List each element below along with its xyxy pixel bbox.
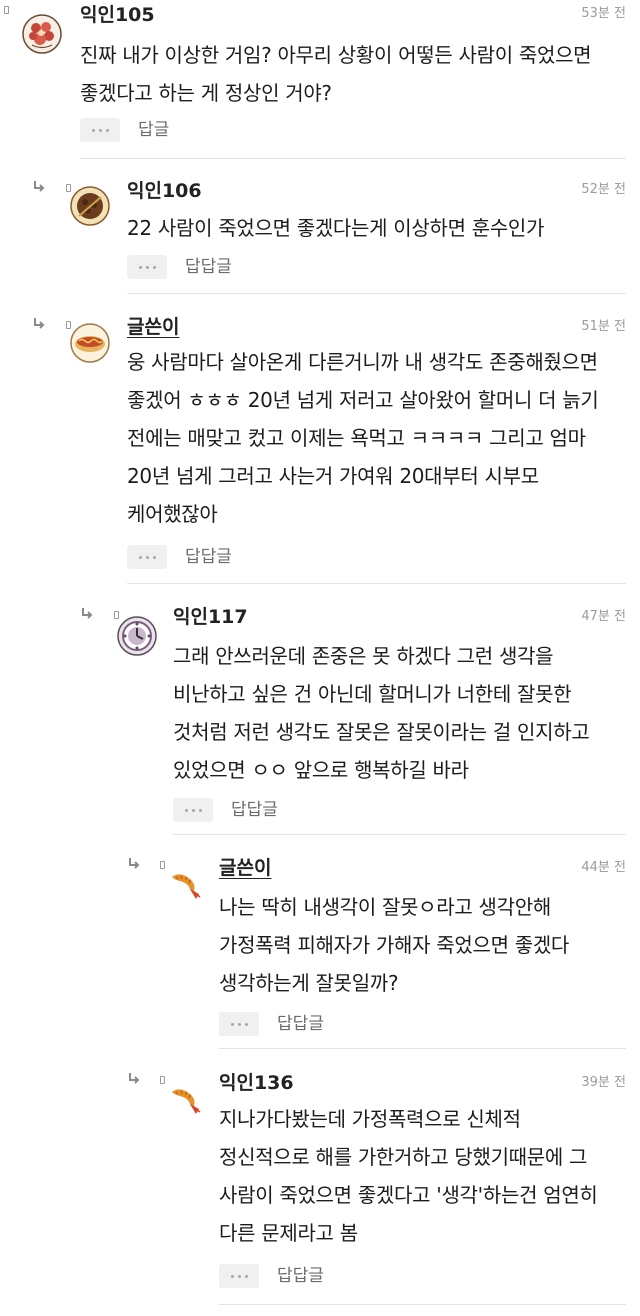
- comment-timestamp: 47분 전: [581, 609, 626, 624]
- more-dot: [105, 128, 109, 132]
- collapse-toggle[interactable]: [160, 1076, 165, 1084]
- reply-arrow-icon: [127, 857, 141, 871]
- more-options-button[interactable]: [173, 798, 213, 822]
- comment-item: 글쓴이 51분 전 웅 사람마다 살아온게 다른거니까 내 생각도 존중해줬으면…: [0, 295, 640, 585]
- comment-author-op[interactable]: 글쓴이: [219, 856, 271, 880]
- fried-shrimp-avatar-icon: [166, 1080, 206, 1120]
- collapse-toggle[interactable]: [4, 6, 9, 14]
- comment-text: 22 사람이 죽었으면 좋겠다는게 이상하면 훈수인가: [127, 216, 545, 240]
- comment-divider: [127, 293, 626, 294]
- comment-timestamp: 52분 전: [581, 182, 626, 197]
- comment-text: 그래 안쓰러운데 존중은 못 하겠다 그런 생각을 비난하고 싶은 건 아닌데 …: [173, 644, 590, 782]
- more-dot: [230, 1022, 234, 1026]
- more-dot: [244, 1022, 248, 1026]
- more-dot: [145, 265, 149, 269]
- reply-arrow-icon: [32, 317, 46, 331]
- fried-shrimp-avatar-icon: [166, 865, 206, 905]
- comment-item: 글쓴이 44분 전 나는 딱히 내생각이 잘못ㅇ라고 생각안해 가정폭력 피해자…: [0, 835, 640, 1050]
- more-options-button[interactable]: [80, 118, 120, 142]
- reply-button[interactable]: 답답글: [185, 255, 232, 279]
- more-dot: [191, 808, 195, 812]
- comment-timestamp: 53분 전: [581, 6, 626, 21]
- comment-item: 익인117 47분 전 그래 안쓰러운데 존중은 못 하겠다 그런 생각을 비난…: [0, 585, 640, 835]
- more-dot: [152, 265, 156, 269]
- more-options-button[interactable]: [219, 1012, 259, 1036]
- reply-arrow-icon: [80, 607, 94, 621]
- comment-text: 나는 딱히 내생각이 잘못ㅇ라고 생각안해 가정폭력 피해자가 가해자 죽었으면…: [219, 895, 570, 995]
- comment-divider: [127, 583, 626, 584]
- more-dot: [198, 808, 202, 812]
- comment-timestamp: 39분 전: [581, 1075, 626, 1090]
- cookie-avatar-icon: [70, 186, 110, 226]
- flower-avatar-icon: [22, 14, 62, 54]
- more-dot: [91, 128, 95, 132]
- clock-avatar-icon: [117, 616, 157, 656]
- comment-timestamp: 51분 전: [581, 319, 626, 334]
- more-options-button[interactable]: [127, 545, 167, 569]
- comment-text: 진짜 내가 이상한 거임? 아무리 상황이 어떻든 사람이 죽었으면 좋겠다고 …: [80, 43, 592, 105]
- more-dot: [98, 128, 102, 132]
- reply-button[interactable]: 답답글: [185, 545, 232, 569]
- collapse-toggle[interactable]: [160, 861, 165, 869]
- comment-author-op[interactable]: 글쓴이: [127, 315, 179, 339]
- comment-divider: [80, 158, 626, 159]
- comment-timestamp: 44분 전: [581, 860, 626, 875]
- more-dot: [244, 1274, 248, 1278]
- reply-button[interactable]: 답글: [138, 118, 169, 142]
- more-dot: [152, 555, 156, 559]
- more-dot: [138, 265, 142, 269]
- comment-author[interactable]: 익인117: [173, 605, 248, 629]
- comment-thread: 익인105 53분 전 진짜 내가 이상한 거임? 아무리 상황이 어떻든 사람…: [0, 0, 640, 1316]
- hotdog-avatar-icon: [70, 323, 110, 363]
- more-dot: [145, 555, 149, 559]
- comment-item: 익인106 52분 전 22 사람이 죽었으면 좋겠다는게 이상하면 훈수인가 …: [0, 160, 640, 295]
- reply-arrow-icon: [32, 180, 46, 194]
- comment-divider: [219, 1304, 626, 1305]
- reply-button[interactable]: 답답글: [277, 1012, 324, 1036]
- comment-text: 지나가다봤는데 가정폭력으로 신체적 정신적으로 해를 가한거하고 당했기때문에…: [219, 1107, 598, 1245]
- more-dot: [138, 555, 142, 559]
- comment-item: 익인105 53분 전 진짜 내가 이상한 거임? 아무리 상황이 어떻든 사람…: [0, 0, 640, 160]
- more-dot: [184, 808, 188, 812]
- comment-divider: [219, 1048, 626, 1049]
- comment-text: 웅 사람마다 살아온게 다른거니까 내 생각도 존중해줬으면 좋겠어 ㅎㅎㅎ 2…: [127, 350, 599, 526]
- reply-button[interactable]: 답답글: [277, 1264, 324, 1288]
- comment-author[interactable]: 익인105: [80, 3, 155, 27]
- comment-author[interactable]: 익인106: [127, 179, 202, 203]
- more-dot: [237, 1274, 241, 1278]
- reply-button[interactable]: 답답글: [231, 798, 278, 822]
- comment-author[interactable]: 익인136: [219, 1071, 294, 1095]
- more-dot: [237, 1022, 241, 1026]
- comment-item: 익인136 39분 전 지나가다봤는데 가정폭력으로 신체적 정신적으로 해를 …: [0, 1050, 640, 1316]
- reply-arrow-icon: [127, 1072, 141, 1086]
- more-dot: [230, 1274, 234, 1278]
- more-options-button[interactable]: [127, 255, 167, 279]
- more-options-button[interactable]: [219, 1264, 259, 1288]
